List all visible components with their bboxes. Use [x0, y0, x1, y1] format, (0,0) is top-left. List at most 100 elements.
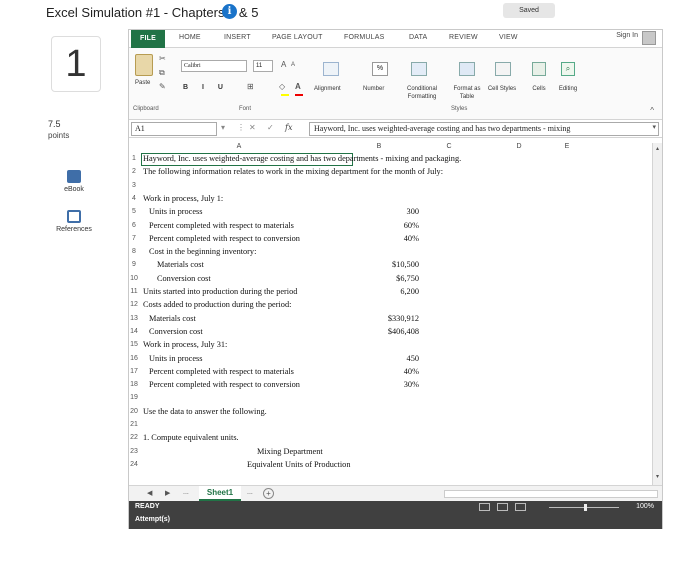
sign-in-link[interactable]: Sign In — [616, 32, 638, 39]
cell-value[interactable]: 40% — [361, 367, 419, 376]
tab-page-layout[interactable]: PAGE LAYOUT — [272, 34, 323, 41]
cancel-entry-icon[interactable]: ✕ — [249, 123, 256, 132]
cell-styles-icon[interactable] — [495, 62, 511, 76]
scroll-down-icon[interactable]: ▾ — [653, 473, 662, 483]
page-layout-view-icon[interactable] — [497, 503, 508, 511]
cell-text[interactable]: Use the data to answer the following. — [143, 407, 267, 416]
cell-value[interactable]: $330,912 — [361, 314, 419, 323]
grow-font-icon[interactable]: A — [281, 60, 286, 69]
cell-text[interactable]: Units in process — [149, 207, 202, 216]
format-buttons[interactable]: B I U — [183, 84, 229, 91]
cell-text[interactable]: Materials cost — [157, 260, 204, 269]
zoom-level[interactable]: 100% — [636, 503, 654, 510]
copy-icon[interactable]: ⧉ — [159, 68, 165, 78]
paste-icon[interactable] — [135, 54, 153, 76]
sheet-more-right[interactable]: ... — [247, 489, 253, 496]
confirm-entry-icon[interactable]: ✓ — [267, 123, 274, 132]
normal-view-icon[interactable] — [479, 503, 490, 511]
tab-review[interactable]: REVIEW — [449, 34, 478, 41]
number-label[interactable]: Number — [363, 86, 384, 92]
cell-text[interactable]: Work in process, July 31: — [143, 340, 227, 349]
cell-text[interactable]: Costs added to production during the per… — [143, 300, 291, 309]
cells-label[interactable]: Cells — [527, 85, 551, 93]
insert-function-icon[interactable]: fx — [285, 123, 292, 132]
fill-color-icon[interactable]: ◇ — [279, 82, 285, 91]
cell-value[interactable]: 300 — [361, 207, 419, 216]
sheet-tab-sheet1[interactable]: Sheet1 — [199, 486, 241, 501]
conditional-formatting-label[interactable]: Conditional Formatting — [399, 85, 445, 101]
column-header-a[interactable]: A — [189, 143, 289, 153]
worksheet-grid[interactable]: A B C D E 1 Hayword, Inc. uses weighted-… — [129, 143, 662, 485]
cell-text[interactable]: Percent completed with respect to materi… — [149, 221, 294, 230]
tab-data[interactable]: DATA — [409, 34, 427, 41]
format-painter-icon[interactable]: ✎ — [159, 82, 166, 91]
tab-file[interactable]: FILE — [131, 30, 165, 48]
scroll-up-icon[interactable]: ▴ — [653, 145, 662, 155]
cell-text[interactable]: Percent completed with respect to materi… — [149, 367, 294, 376]
sheet-next-icon[interactable]: ▶ — [165, 489, 170, 497]
cell-text[interactable]: Mixing Department — [257, 447, 323, 456]
column-header-e[interactable]: E — [547, 143, 587, 153]
cell-styles-label[interactable]: Cell Styles — [487, 85, 517, 93]
cell-text[interactable]: Units in process — [149, 354, 202, 363]
cell-value[interactable]: 40% — [361, 234, 419, 243]
sheet-more-left[interactable]: ... — [183, 489, 189, 496]
tab-insert[interactable]: INSERT — [224, 34, 251, 41]
name-box[interactable]: A1 — [131, 122, 217, 136]
column-header-c[interactable]: C — [429, 143, 469, 153]
cell-value[interactable]: 30% — [361, 380, 419, 389]
cells-icon[interactable] — [532, 62, 546, 76]
cell-text[interactable]: Conversion cost — [157, 274, 211, 283]
column-header-b[interactable]: B — [359, 143, 399, 153]
cell-value[interactable]: $6,750 — [361, 274, 419, 283]
cell-text[interactable]: Percent completed with respect to conver… — [149, 234, 300, 243]
tab-formulas[interactable]: FORMULAS — [344, 34, 385, 41]
tab-home[interactable]: HOME — [179, 34, 201, 41]
cell-value[interactable]: 450 — [361, 354, 419, 363]
format-as-table-label[interactable]: Format as Table — [449, 85, 485, 101]
font-name-select[interactable]: Calibri — [181, 60, 247, 72]
font-color-icon[interactable]: A — [295, 82, 301, 91]
cell-text[interactable]: 1. Compute equivalent units. — [143, 433, 239, 442]
alignment-icon[interactable] — [323, 62, 339, 76]
cut-icon[interactable]: ✂ — [159, 54, 166, 63]
cell-value[interactable]: $406,408 — [361, 327, 419, 336]
formula-input[interactable]: Hayword, Inc. uses weighted-average cost… — [309, 122, 659, 136]
borders-icon[interactable]: ⊞ — [247, 82, 254, 91]
paste-label[interactable]: Paste — [135, 80, 150, 86]
cell-text[interactable]: Materials cost — [149, 314, 196, 323]
zoom-slider-thumb[interactable] — [584, 504, 587, 511]
user-avatar-icon[interactable] — [642, 31, 656, 45]
cell-text[interactable]: Equivalent Units of Production — [247, 460, 350, 469]
ebook-link[interactable]: eBook — [40, 170, 108, 193]
horizontal-scrollbar[interactable] — [444, 490, 658, 498]
sheet-prev-icon[interactable]: ◀ — [147, 489, 152, 497]
add-sheet-icon[interactable]: + — [263, 488, 274, 499]
cell-value[interactable]: $10,500 — [361, 260, 419, 269]
collapse-ribbon-icon[interactable]: ^ — [650, 106, 654, 115]
cell-text[interactable]: Work in process, July 1: — [143, 194, 223, 203]
vertical-scrollbar[interactable]: ▴ ▾ — [652, 143, 662, 485]
cell-text[interactable]: Cost in the beginning inventory: — [149, 247, 256, 256]
cell-text[interactable]: Conversion cost — [149, 327, 203, 336]
page-break-view-icon[interactable] — [515, 503, 526, 511]
cell-text[interactable]: Units started into production during the… — [143, 287, 297, 296]
cell-text[interactable]: Hayword, Inc. uses weighted-average cost… — [143, 154, 461, 163]
cell-text[interactable]: The following information relates to wor… — [143, 167, 443, 176]
column-header-d[interactable]: D — [499, 143, 539, 153]
number-icon[interactable]: % — [372, 62, 388, 76]
alignment-label[interactable]: Alignment — [314, 86, 341, 92]
font-size-select[interactable]: 11 — [253, 60, 273, 72]
format-as-table-icon[interactable] — [459, 62, 475, 76]
conditional-formatting-icon[interactable] — [411, 62, 427, 76]
cell-text[interactable]: Percent completed with respect to conver… — [149, 380, 300, 389]
cell-value[interactable]: 60% — [361, 221, 419, 230]
expand-formula-icon[interactable]: ▾ — [652, 123, 656, 131]
editing-label[interactable]: Editing — [553, 85, 583, 93]
cell-value[interactable]: 6,200 — [361, 287, 419, 296]
shrink-font-icon[interactable]: A — [291, 62, 295, 68]
info-icon[interactable]: i — [222, 4, 237, 19]
tab-view[interactable]: VIEW — [499, 34, 518, 41]
name-box-dropdown-icon[interactable]: ▾ — [221, 123, 225, 132]
references-link[interactable]: References — [40, 210, 108, 233]
